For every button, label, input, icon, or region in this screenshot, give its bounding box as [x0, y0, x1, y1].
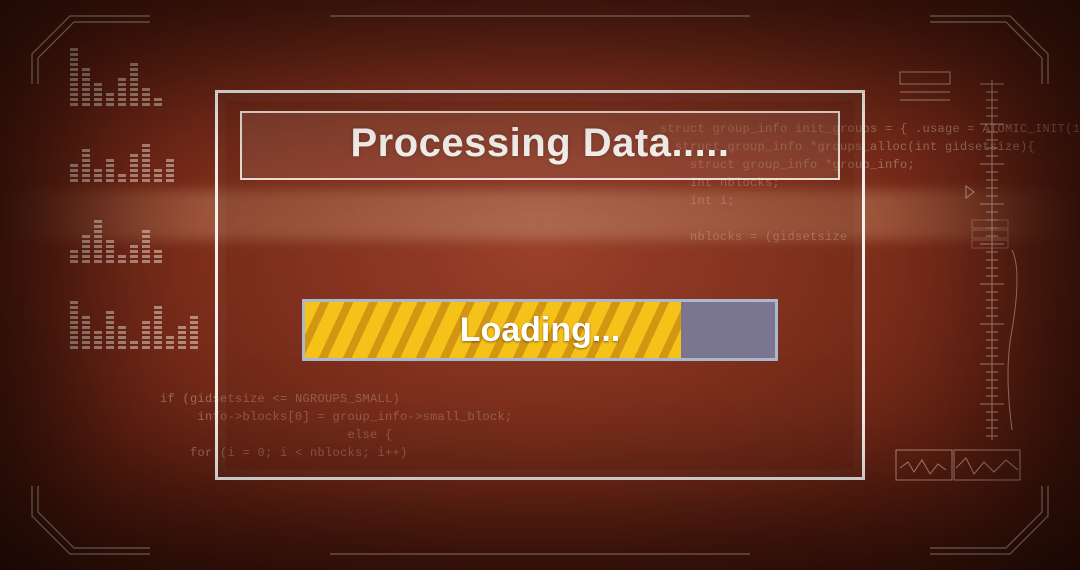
window-titlebar: Processing Data.....: [240, 111, 840, 180]
hud-gauge: [894, 70, 1024, 490]
progress-label: Loading...: [305, 311, 775, 350]
progress-bar: Loading...: [302, 299, 778, 361]
hud-equalizer: [70, 48, 190, 349]
processing-window: Processing Data..... Loading...: [215, 90, 865, 480]
window-title: Processing Data.....: [242, 121, 838, 166]
